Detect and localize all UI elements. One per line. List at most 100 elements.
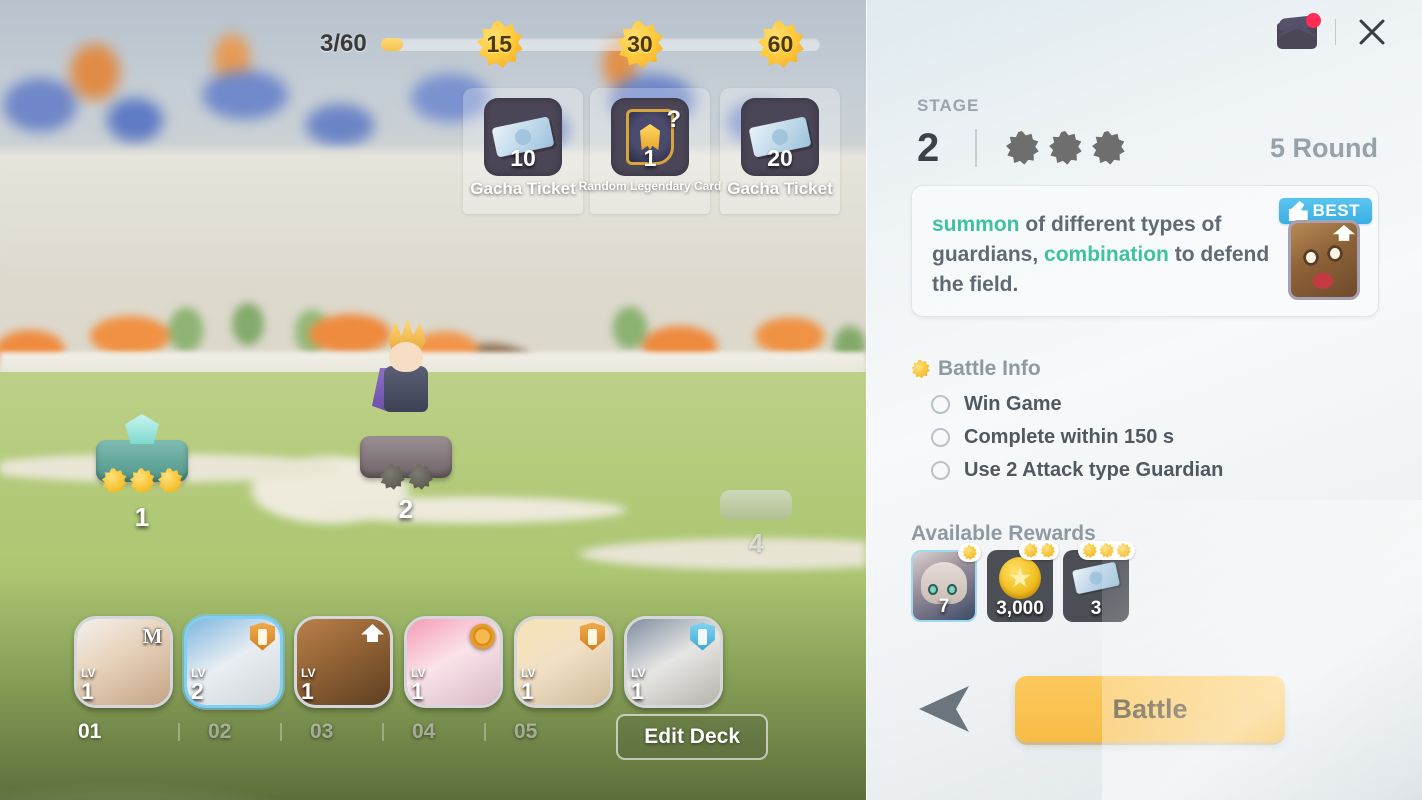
objective-row[interactable]: Use 2 Attack type Guardian: [931, 454, 1382, 487]
reward-qty: 1: [643, 145, 657, 171]
star-icon: [962, 545, 977, 560]
question-mark-icon: ?: [666, 106, 681, 133]
star-icon: [1099, 543, 1114, 558]
milestone-reward-card[interactable]: 20 Gacha Ticket: [720, 88, 840, 214]
game-scene: 1 2 4 3/60 15 30 60 10 Gacha Ticket ? 1 …: [0, 0, 866, 800]
reward-name: Gacha Ticket: [470, 179, 576, 198]
map-node-stars: [101, 468, 183, 494]
reward-ticket[interactable]: 3: [1063, 541, 1135, 622]
progress-label: 3/60: [320, 30, 367, 57]
star-icon: [1082, 543, 1097, 558]
progress-track: 15 30 60: [380, 20, 820, 69]
map-node-4[interactable]: 4: [720, 490, 792, 558]
season-progress-bar[interactable]: 3/60 15 30 60: [320, 20, 820, 69]
objective-radio-icon: [931, 395, 950, 414]
map-node-number: 1: [134, 502, 150, 532]
card-level: LV 2: [191, 667, 205, 703]
deck-card-4[interactable]: LV 1: [404, 616, 503, 708]
available-rewards-label: Available Rewards: [911, 522, 1096, 545]
objective-row[interactable]: Win Game: [931, 388, 1382, 421]
eye-icon: [1327, 245, 1343, 262]
map-node-number: 2: [398, 494, 414, 524]
card-badge: [579, 622, 606, 651]
milestone-star-icon: 15: [476, 20, 523, 69]
deck-card-6[interactable]: LV 1: [624, 616, 723, 708]
map-node-2[interactable]: 2: [360, 436, 452, 524]
stage-header-row: 2 5 Round: [917, 118, 1378, 178]
deck-slot-03[interactable]: 03: [282, 720, 382, 744]
eye-icon: [947, 584, 957, 595]
milestone-value: 30: [627, 31, 653, 57]
star-icon: [1040, 543, 1055, 558]
deck-slot-01[interactable]: 01: [78, 720, 178, 744]
card-level: LV 1: [521, 667, 535, 703]
milestone-30[interactable]: 30: [616, 20, 664, 69]
guardian-portrait-icon[interactable]: [1288, 220, 1360, 300]
card-level: LV 1: [631, 667, 645, 703]
map-node-plate: [96, 414, 188, 494]
star-icon: [157, 468, 183, 494]
deck-slot-05[interactable]: 05: [486, 720, 576, 744]
map-node-stars: [379, 464, 433, 490]
stage-detail-panel: STAGE 2 5 Round summon of different type…: [866, 0, 1422, 800]
best-badge-label: BEST: [1312, 201, 1360, 220]
thumbs-up-icon: [1283, 201, 1308, 221]
deck-card-5[interactable]: LV 1: [514, 616, 613, 708]
tip-box: summon of different types of guardians, …: [911, 185, 1379, 317]
reward-icon-box: 10: [484, 98, 562, 176]
level-value: 1: [631, 678, 644, 704]
shield-teal-icon: [690, 622, 715, 651]
card-level: LV 1: [411, 667, 425, 703]
edit-deck-button[interactable]: Edit Deck: [616, 714, 768, 760]
milestone-reward-card[interactable]: 10 Gacha Ticket: [463, 88, 583, 214]
m-rank-icon: M: [142, 624, 163, 648]
reward-star-tag: [958, 543, 981, 562]
milestone-15[interactable]: 15: [475, 20, 523, 69]
milestone-star-icon: 60: [757, 20, 804, 69]
milestone-value: 15: [486, 31, 513, 57]
mouth-shape: [1313, 273, 1333, 289]
reward-star-tag: [1019, 541, 1059, 560]
tip-text: summon of different types of guardians, …: [932, 210, 1272, 299]
gold-coin-icon: [999, 557, 1041, 599]
close-icon[interactable]: [1352, 12, 1392, 52]
deck-card-1[interactable]: M LV 1: [74, 616, 173, 708]
star-icon: [1092, 131, 1125, 165]
deck-slot-02[interactable]: 02: [180, 720, 280, 744]
hero-body: [384, 366, 428, 412]
card-level: LV 1: [301, 667, 315, 703]
mail-icon[interactable]: [1275, 13, 1321, 49]
upgrade-arrow-icon: [1333, 225, 1355, 241]
back-arrow-icon[interactable]: [919, 686, 969, 732]
deck-bar: M LV 1 LV 2 LV 1 LV 1 LV 1 LV 1: [74, 616, 723, 708]
deck-card-2[interactable]: LV 2: [184, 616, 283, 708]
deck-slot-04[interactable]: 04: [384, 720, 484, 744]
card-level: LV 1: [81, 667, 95, 703]
reward-character-shard[interactable]: 7: [911, 543, 981, 622]
sun-icon: [911, 359, 930, 379]
battle-info-title: Battle Info: [911, 357, 1041, 381]
star-icon: [1006, 131, 1039, 165]
reward-gold[interactable]: 3,000: [987, 541, 1059, 622]
ticket-icon: [1071, 561, 1121, 595]
upgrade-arrow-icon: [361, 624, 384, 642]
level-value: 1: [301, 678, 314, 704]
tip-highlight-1: summon: [932, 213, 1020, 236]
star-icon: [101, 468, 127, 494]
map-node-plate: [720, 490, 792, 520]
reward-qty: 10: [510, 145, 536, 171]
objective-text: Complete within 150 s: [964, 426, 1175, 448]
stage-stars: [1005, 131, 1125, 165]
objective-radio-icon: [931, 461, 950, 480]
deck-card-3[interactable]: LV 1: [294, 616, 393, 708]
battle-button[interactable]: Battle: [1015, 676, 1285, 742]
milestone-60[interactable]: 60: [756, 20, 804, 69]
milestone-reward-card[interactable]: ? 1 Random Legendary Card: [579, 88, 721, 214]
reward-icon-box: ? 1: [611, 98, 689, 176]
map-node-1[interactable]: 1: [96, 414, 188, 532]
eye-icon: [928, 584, 938, 595]
card-badge: [689, 622, 716, 651]
objective-row[interactable]: Complete within 150 s: [931, 421, 1382, 454]
game-screen: 1 2 4 3/60 15 30 60 10 Gacha Ticket ? 1 …: [0, 0, 1422, 800]
reward-name: Random Legendary Card: [578, 179, 722, 193]
